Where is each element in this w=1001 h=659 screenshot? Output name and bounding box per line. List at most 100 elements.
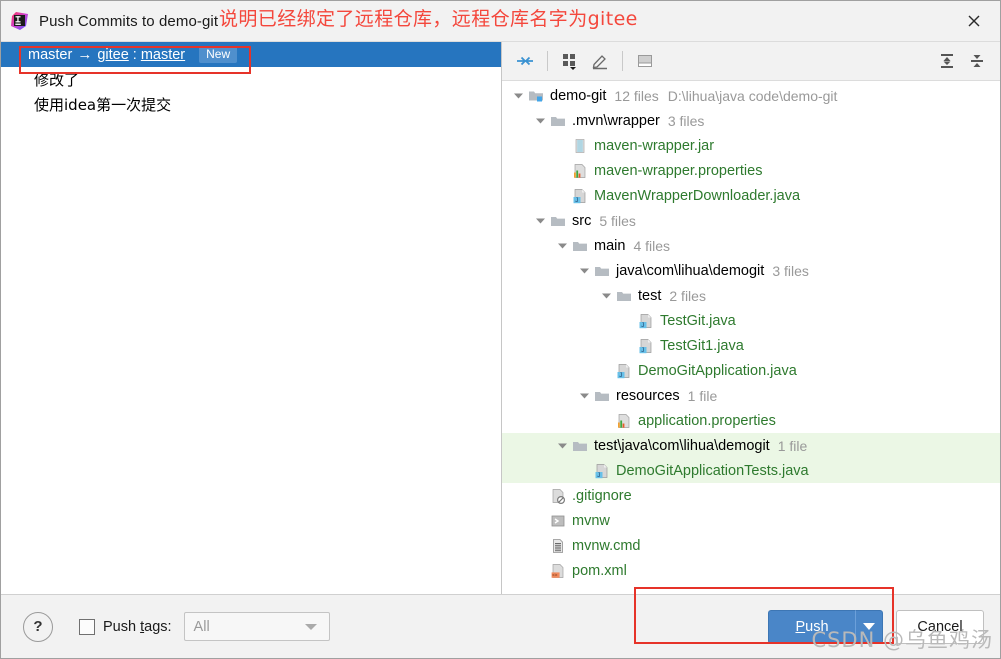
- list-item[interactable]: 修改了: [1, 67, 501, 92]
- chevron-down-icon[interactable]: [532, 108, 548, 133]
- push-tags-select[interactable]: All: [183, 612, 330, 641]
- tree-node-file-count: 5 files: [599, 212, 636, 229]
- java-file-icon: J: [614, 358, 634, 383]
- dialog-footer: ? Push tags: All Push Cancel CSDN @乌鱼鸡汤: [1, 587, 1000, 658]
- gitignore-file-icon: [548, 483, 568, 508]
- chevron-down-icon[interactable]: [532, 208, 548, 233]
- remote-branch-link[interactable]: master: [141, 47, 185, 63]
- tree-node-file[interactable]: J DemoGitApplication.java: [502, 358, 1000, 383]
- tree-node-label: .gitignore: [572, 487, 632, 504]
- tree-node-file-count: 1 file: [777, 437, 808, 454]
- java-file-icon: J: [636, 308, 656, 333]
- folder-icon: [570, 233, 590, 258]
- chevron-down-icon[interactable]: [510, 83, 526, 108]
- dialog-content: master → gitee : master New 修改了 使用idea第一…: [1, 42, 1000, 594]
- svg-text:J: J: [597, 473, 600, 479]
- folder-icon: [592, 383, 612, 408]
- tree-node-directory[interactable]: src 5 files: [502, 208, 1000, 233]
- tree-node-label: test\java\com\lihua\demogit: [594, 437, 770, 454]
- status-badge: New: [199, 46, 238, 63]
- tree-node-label: maven-wrapper.properties: [594, 162, 763, 179]
- changed-files-tree[interactable]: demo-git 12 files D:\lihua\java code\demo-…: [502, 81, 1000, 594]
- tree-node-label: java\com\lihua\demogit: [616, 262, 765, 279]
- svg-text:J: J: [641, 323, 644, 329]
- push-options-dropdown[interactable]: [855, 609, 883, 644]
- shell-file-icon: [548, 508, 568, 533]
- tree-node-directory[interactable]: main 4 files: [502, 233, 1000, 258]
- tree-node-file[interactable]: mvnw: [502, 508, 1000, 533]
- tree-node-label: maven-wrapper.jar: [594, 137, 715, 154]
- tree-node-directory[interactable]: java\com\lihua\demogit 3 files: [502, 258, 1000, 283]
- properties-file-icon: [570, 158, 590, 183]
- toolbar-divider: [547, 51, 548, 71]
- edit-icon[interactable]: [585, 47, 615, 75]
- tree-node-file[interactable]: maven-wrapper.properties: [502, 158, 1000, 183]
- push-tags-checkbox[interactable]: [79, 618, 95, 635]
- tree-node-label: application.properties: [638, 412, 776, 429]
- close-icon[interactable]: [948, 1, 1000, 40]
- folder-icon: [548, 108, 568, 133]
- tree-node-label: mvnw.cmd: [572, 537, 641, 554]
- folder-icon: [592, 258, 612, 283]
- file-tree-toolbar: [502, 42, 1000, 81]
- tree-node-file[interactable]: application.properties: [502, 408, 1000, 433]
- chevron-down-icon[interactable]: [554, 233, 570, 258]
- chevron-down-icon[interactable]: [598, 283, 614, 308]
- preview-icon[interactable]: [630, 47, 660, 75]
- collapse-all-icon[interactable]: [962, 47, 992, 75]
- tree-node-directory[interactable]: demo-git 12 files D:\lihua\java code\demo-…: [502, 83, 1000, 108]
- tree-node-label: DemoGitApplication.java: [638, 362, 797, 379]
- tree-node-directory[interactable]: .mvn\wrapper 3 files: [502, 108, 1000, 133]
- chevron-down-icon[interactable]: [554, 433, 570, 458]
- tree-node-file-count: 4 files: [633, 237, 671, 254]
- tree-node-file[interactable]: mvnw.cmd: [502, 533, 1000, 558]
- branch-separator: :: [132, 46, 137, 63]
- tree-node-file[interactable]: .gitignore: [502, 483, 1000, 508]
- annotation-remote-bound: 说明已经绑定了远程仓库，远程仓库名字为gitee: [219, 8, 638, 30]
- remote-name-link[interactable]: gitee: [97, 47, 128, 63]
- tree-node-file[interactable]: J MavenWrapperDownloader.java: [502, 183, 1000, 208]
- chevron-down-icon[interactable]: [576, 258, 592, 283]
- tree-node-file[interactable]: J TestGit.java: [502, 308, 1000, 333]
- tree-node-file[interactable]: <> pom.xml: [502, 558, 1000, 583]
- toolbar-divider: [622, 51, 623, 71]
- branch-push-row[interactable]: master → gitee : master New: [1, 42, 501, 67]
- tree-node-directory[interactable]: test\java\com\lihua\demogit 1 file: [502, 433, 1000, 458]
- local-branch-label: master: [28, 46, 73, 63]
- push-tags-group: Push tags: All: [79, 612, 330, 641]
- tree-node-label: DemoGitApplicationTests.java: [616, 462, 809, 479]
- tree-node-file-count: 3 files: [772, 262, 809, 279]
- group-by-icon[interactable]: [555, 47, 585, 75]
- tree-node-path: D:\lihua\java code\demo-git: [667, 87, 838, 104]
- tree-node-label: src: [572, 212, 592, 229]
- dialog-title: Push Commits to demo-git: [39, 12, 219, 30]
- tree-node-file[interactable]: J TestGit1.java: [502, 333, 1000, 358]
- java-file-icon: J: [636, 333, 656, 358]
- folder-icon: [570, 433, 590, 458]
- chevron-down-icon[interactable]: [576, 383, 592, 408]
- changed-files-panel: demo-git 12 files D:\lihua\java code\demo-…: [502, 42, 1000, 594]
- expand-all-icon[interactable]: [932, 47, 962, 75]
- tree-node-file[interactable]: J DemoGitApplicationTests.java: [502, 458, 1000, 483]
- tree-node-directory[interactable]: resources 1 file: [502, 383, 1000, 408]
- commits-panel: master → gitee : master New 修改了 使用idea第一…: [1, 42, 502, 594]
- tree-node-label: pom.xml: [572, 562, 627, 579]
- help-button[interactable]: ?: [23, 611, 53, 642]
- xml-file-icon: <>: [548, 558, 568, 583]
- cancel-button[interactable]: Cancel: [896, 609, 984, 644]
- collapse-diff-icon[interactable]: [510, 47, 540, 75]
- list-item[interactable]: 使用idea第一次提交: [1, 92, 501, 117]
- push-tags-select-value: All: [193, 618, 210, 635]
- properties-file-icon: [614, 408, 634, 433]
- jar-file-icon: [570, 133, 590, 158]
- chevron-down-icon: [304, 624, 317, 630]
- push-commits-dialog: Push Commits to demo-git 说明已经绑定了远程仓库，远程仓…: [0, 0, 1001, 659]
- tree-node-directory[interactable]: test 2 files: [502, 283, 1000, 308]
- push-button[interactable]: Push: [768, 609, 855, 644]
- push-tags-label: Push tags:: [103, 618, 172, 635]
- tree-node-file[interactable]: maven-wrapper.jar: [502, 133, 1000, 158]
